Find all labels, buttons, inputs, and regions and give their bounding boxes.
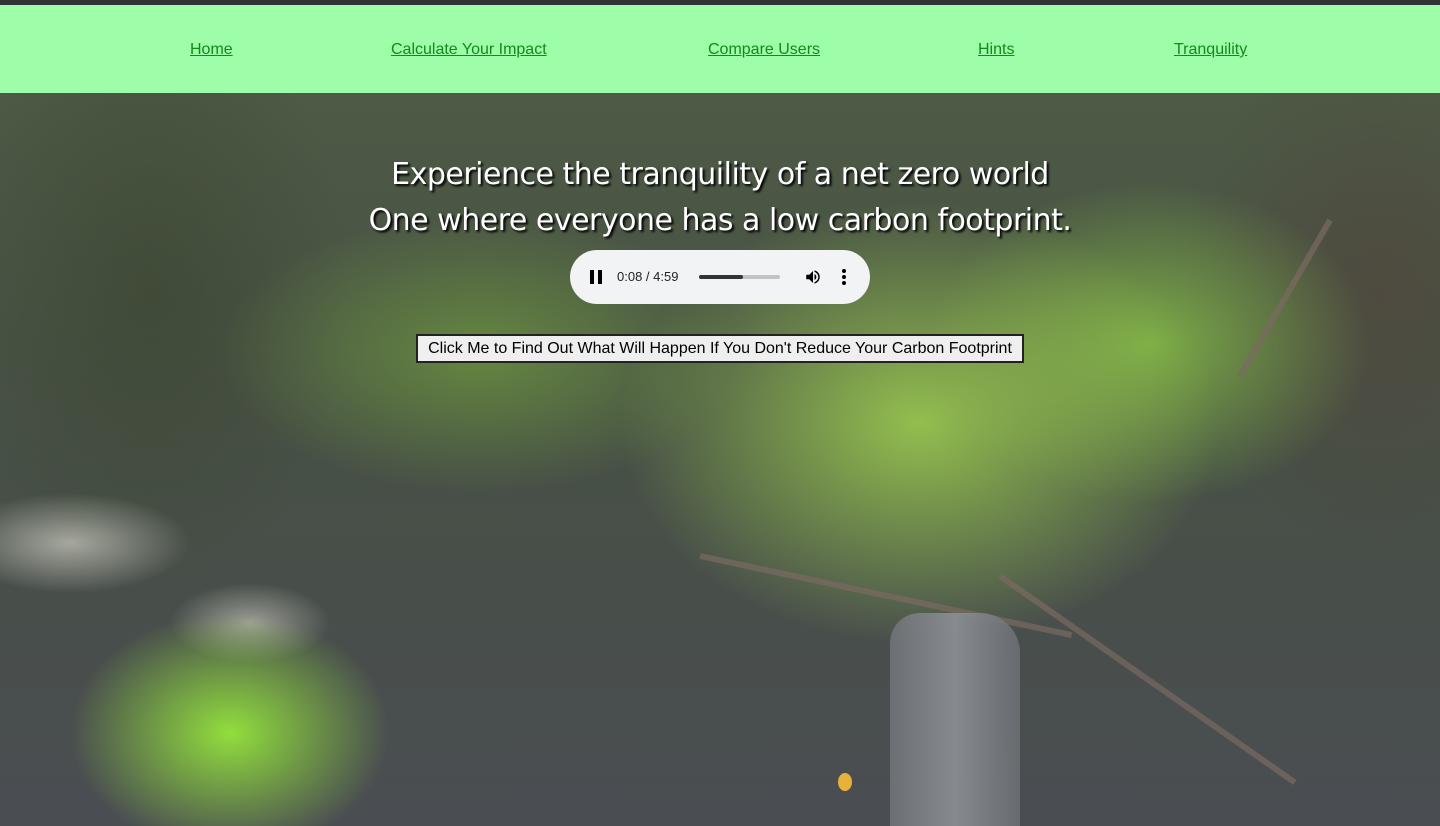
background-branch [1237, 218, 1333, 378]
hero-subheadline: One where everyone has a low carbon foot… [368, 203, 1072, 238]
nav-link-compare-users[interactable]: Compare Users [708, 41, 820, 59]
more-vertical-icon[interactable] [840, 268, 848, 286]
background-branch [699, 553, 1073, 638]
audio-progress-slider[interactable] [699, 275, 780, 279]
background-flower [838, 773, 852, 791]
hero-section: Experience the tranquility of a net zero… [0, 93, 1440, 826]
carbon-footprint-button[interactable]: Click Me to Find Out What Will Happen If… [416, 334, 1024, 363]
audio-progress-fill [699, 275, 743, 279]
audio-player[interactable]: 0:08 / 4:59 [570, 250, 870, 304]
nav-link-tranquility[interactable]: Tranquility [1174, 41, 1247, 59]
main-nav: Home Calculate Your Impact Compare Users… [0, 5, 1440, 93]
pause-icon[interactable] [590, 270, 602, 284]
background-branch [998, 573, 1297, 785]
audio-time: 0:08 / 4:59 [617, 269, 679, 284]
nav-link-calculate-impact[interactable]: Calculate Your Impact [391, 41, 547, 59]
background-tree-trunk [890, 613, 1020, 826]
volume-icon[interactable] [804, 268, 822, 286]
hero-headline: Experience the tranquility of a net zero… [391, 157, 1049, 192]
nav-link-home[interactable]: Home [190, 41, 233, 59]
nav-link-hints[interactable]: Hints [978, 41, 1014, 59]
